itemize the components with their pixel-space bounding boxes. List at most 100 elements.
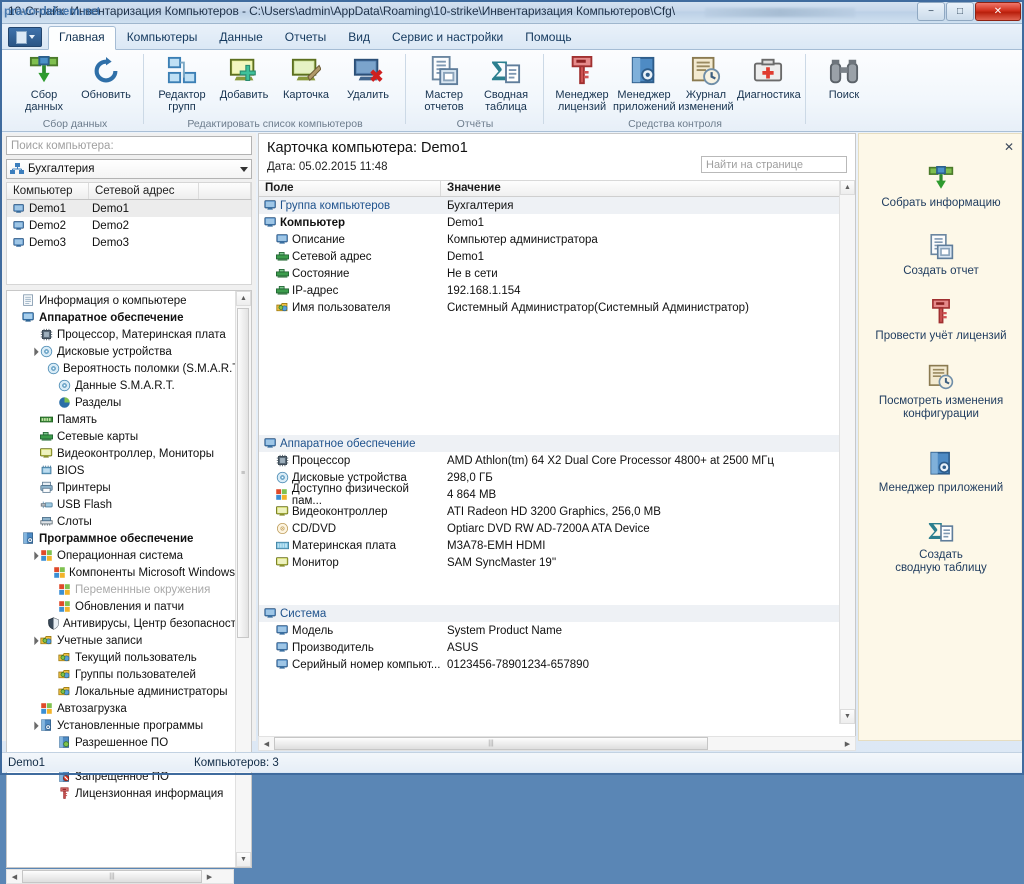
tree-node[interactable]: Память <box>7 411 235 428</box>
menu-tab-4[interactable]: Вид <box>337 26 381 49</box>
ribbon-button-search-binoculars[interactable]: Поиск <box>813 54 875 102</box>
ribbon-button-collect-data[interactable]: Сбор данных <box>13 54 75 113</box>
tree-node[interactable]: Обновления и патчи <box>7 598 235 615</box>
tree-node[interactable]: Видеоконтроллер, Мониторы <box>7 445 235 462</box>
table-row[interactable]: CD/DVD Optiarc DVD RW AD-7200A ATA Device <box>259 520 855 537</box>
tree-node[interactable]: Переменнные окружения <box>7 581 235 598</box>
table-row[interactable]: Сетевой адрес Demo1 <box>259 248 855 265</box>
computer-list-item[interactable]: Demo3 Demo3 <box>7 234 251 251</box>
table-row[interactable]: Состояние Не в сети <box>259 265 855 282</box>
column-header-computer[interactable]: Компьютер <box>7 183 89 199</box>
scroll-left-arrow[interactable]: ◀ <box>259 737 274 750</box>
table-row[interactable]: Компьютер Demo1 <box>259 214 855 231</box>
tree-node[interactable]: Программное обеспечение <box>7 530 235 547</box>
tree-node[interactable]: Разделы <box>7 394 235 411</box>
scroll-down-arrow[interactable]: ▼ <box>236 852 251 867</box>
maximize-button[interactable]: □ <box>946 2 974 21</box>
ribbon-button-pivot-table[interactable]: Σ Сводная таблица <box>475 54 537 113</box>
menu-tab-6[interactable]: Помощь <box>514 26 582 49</box>
scroll-left-arrow[interactable]: ◀ <box>7 870 22 883</box>
scroll-up-arrow[interactable]: ▲ <box>236 291 251 306</box>
tree-node[interactable]: Принтеры <box>7 479 235 496</box>
table-row[interactable]: Система <box>259 605 855 622</box>
computer-list-item[interactable]: Demo2 Demo2 <box>7 217 251 234</box>
quick-action-report-wizard[interactable]: Создать отчет <box>859 232 1023 278</box>
ribbon-button-refresh[interactable]: Обновить <box>75 54 137 102</box>
column-header-field[interactable]: Поле <box>259 181 441 196</box>
ribbon-button-license-manager[interactable]: Менеджер лицензий <box>551 54 613 113</box>
tree-node[interactable]: Сетевые карты <box>7 428 235 445</box>
ribbon-button-report-wizard[interactable]: Мастер отчетов <box>413 54 475 113</box>
tree-node[interactable]: Антивирусы, Центр безопасности <box>7 615 242 632</box>
quick-action-collect-data[interactable]: Собрать информацию <box>859 164 1023 210</box>
tree-node[interactable]: Компоненты Microsoft Windows <box>7 564 235 581</box>
tree-vertical-scrollbar[interactable]: ▲ ≡ ▼ <box>235 291 251 867</box>
computer-list-item[interactable]: Demo1 Demo1 <box>7 200 251 217</box>
group-select[interactable]: Бухгалтерия <box>6 159 252 179</box>
tree-node[interactable]: Слоты <box>7 513 235 530</box>
table-row[interactable]: Модель System Product Name <box>259 622 855 639</box>
scroll-up-arrow[interactable]: ▲ <box>840 180 855 195</box>
table-row[interactable]: IP-адрес 192.168.1.154 <box>259 282 855 299</box>
ribbon-button-app-manager[interactable]: Менеджер приложений <box>613 54 676 113</box>
card-vertical-scrollbar[interactable]: ▲ ▼ <box>839 180 855 724</box>
tree-node[interactable]: Лицензионная информация <box>7 785 235 802</box>
ribbon-button-group-editor[interactable]: Редактор групп <box>151 54 213 113</box>
scroll-right-arrow[interactable]: ▶ <box>202 870 217 883</box>
column-header-address[interactable]: Сетевой адрес <box>89 183 199 199</box>
tree-node[interactable]: ◢ Установленные программы <box>7 717 235 734</box>
table-row[interactable]: Серийный номер компьют... 0123456-7890123… <box>259 656 855 673</box>
tree-node[interactable]: BIOS <box>7 462 235 479</box>
quick-action-license-manager[interactable]: Провести учёт лицензий <box>859 297 1023 343</box>
minimize-button[interactable]: − <box>917 2 945 21</box>
column-header-extra[interactable] <box>199 183 251 199</box>
tree-node[interactable]: Локальные администраторы <box>7 683 235 700</box>
menu-tab-1[interactable]: Компьютеры <box>116 26 209 49</box>
ribbon-button-computer-card[interactable]: Карточка <box>275 54 337 102</box>
tree-horizontal-scrollbar[interactable]: ◀ ||| ▶ <box>6 869 234 884</box>
menu-tab-5[interactable]: Сервис и настройки <box>381 26 514 49</box>
table-row[interactable]: Монитор SAM SyncMaster 19'' <box>259 554 855 571</box>
quick-action-pivot-table[interactable]: Σ Создать сводную таблицу <box>859 516 1023 575</box>
tree-node[interactable]: Процессор, Материнская плата <box>7 326 235 343</box>
scroll-thumb-h[interactable]: ||| <box>274 737 708 750</box>
tree-node[interactable]: ◢ Дисковые устройства <box>7 343 235 360</box>
tree-node[interactable]: Автозагрузка <box>7 700 235 717</box>
ribbon-button-delete-computer[interactable]: Удалить <box>337 54 399 102</box>
table-row[interactable]: Видеоконтроллер ATI Radeon HD 3200 Graphi… <box>259 503 855 520</box>
close-panel-icon[interactable]: ✕ <box>1004 140 1014 154</box>
tree-node[interactable]: Аппаратное обеспечение <box>7 309 235 326</box>
tree-node[interactable]: Данные S.M.A.R.T. <box>7 377 235 394</box>
scroll-right-arrow[interactable]: ▶ <box>840 737 855 750</box>
table-row[interactable]: Описание Компьютер администратора <box>259 231 855 248</box>
scroll-down-arrow[interactable]: ▼ <box>840 709 855 724</box>
table-row[interactable]: Аппаратное обеспечение <box>259 435 855 452</box>
ribbon-button-diagnostics[interactable]: Диагностика <box>737 54 801 102</box>
quick-action-change-log[interactable]: Посмотреть изменения конфигурации <box>859 362 1023 421</box>
table-row[interactable]: Материнская плата M3A78-EMH HDMI <box>259 537 855 554</box>
table-row[interactable]: Имя пользователя Системный Администратор(… <box>259 299 855 316</box>
tree-node[interactable]: Разрешенное ПО <box>7 734 235 751</box>
table-row[interactable]: Производитель ASUS <box>259 639 855 656</box>
scroll-thumb[interactable]: ≡ <box>237 308 249 638</box>
column-header-value[interactable]: Значение <box>441 181 501 196</box>
menu-tab-0[interactable]: Главная <box>48 26 116 50</box>
tree-node[interactable]: ◢ Учетные записи <box>7 632 235 649</box>
tree-node[interactable]: Вероятность поломки (S.M.A.R.T.) <box>7 360 245 377</box>
find-on-page-input[interactable]: Найти на странице <box>701 156 847 173</box>
ribbon-button-add-computer[interactable]: Добавить <box>213 54 275 102</box>
scroll-thumb-h[interactable]: ||| <box>22 870 202 883</box>
card-horizontal-scrollbar[interactable]: ◀ ||| ▶ <box>258 736 856 751</box>
tree-node[interactable]: Информация о компьютере <box>7 292 235 309</box>
table-row[interactable]: Группа компьютеров Бухгалтерия <box>259 197 855 214</box>
tree-node[interactable]: Группы пользователей <box>7 666 235 683</box>
search-computer-input[interactable]: Поиск компьютера: <box>6 136 252 155</box>
tree-node[interactable]: ◢ Операционная система <box>7 547 235 564</box>
table-row[interactable]: Процессор AMD Athlon(tm) 64 X2 Dual Core … <box>259 452 855 469</box>
ribbon-button-change-log[interactable]: Журнал изменений <box>675 54 737 113</box>
tree-node[interactable]: USB Flash <box>7 496 235 513</box>
menu-tab-3[interactable]: Отчеты <box>274 26 337 49</box>
table-row[interactable]: Доступно физической пам... 4 864 MB <box>259 483 855 507</box>
quick-action-app-manager[interactable]: Менеджер приложений <box>859 449 1023 495</box>
tree-node[interactable]: Текущий пользователь <box>7 649 235 666</box>
